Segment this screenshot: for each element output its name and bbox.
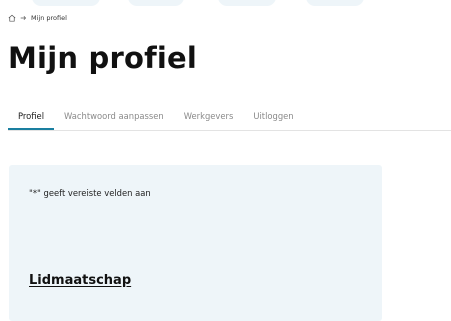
tab-wachtwoord-aanpassen[interactable]: Wachtwoord aanpassen bbox=[54, 108, 174, 127]
profile-form-panel: "*" geeft vereiste velden aan Lidmaatsch… bbox=[9, 165, 382, 321]
breadcrumb-current: Mijn profiel bbox=[31, 14, 67, 22]
profile-tabs: Profiel Wachtwoord aanpassen Werkgevers … bbox=[8, 108, 451, 131]
tab-uitloggen[interactable]: Uitloggen bbox=[243, 108, 303, 127]
top-nav-pill[interactable] bbox=[32, 0, 100, 6]
top-nav-pill[interactable] bbox=[128, 0, 184, 6]
required-fields-note: "*" geeft vereiste velden aan bbox=[29, 188, 151, 198]
home-icon[interactable] bbox=[8, 14, 16, 22]
page-title: Mijn profiel bbox=[8, 41, 198, 75]
top-nav-pill[interactable] bbox=[218, 0, 276, 6]
section-title-lidmaatschap: Lidmaatschap bbox=[29, 273, 132, 288]
top-nav-pill[interactable] bbox=[306, 0, 364, 6]
tab-profiel[interactable]: Profiel bbox=[8, 108, 55, 130]
top-navigation-remnant bbox=[0, 0, 451, 8]
tab-werkgevers[interactable]: Werkgevers bbox=[174, 108, 244, 127]
breadcrumb: Mijn profiel bbox=[8, 14, 67, 22]
arrow-right-icon bbox=[20, 15, 27, 21]
